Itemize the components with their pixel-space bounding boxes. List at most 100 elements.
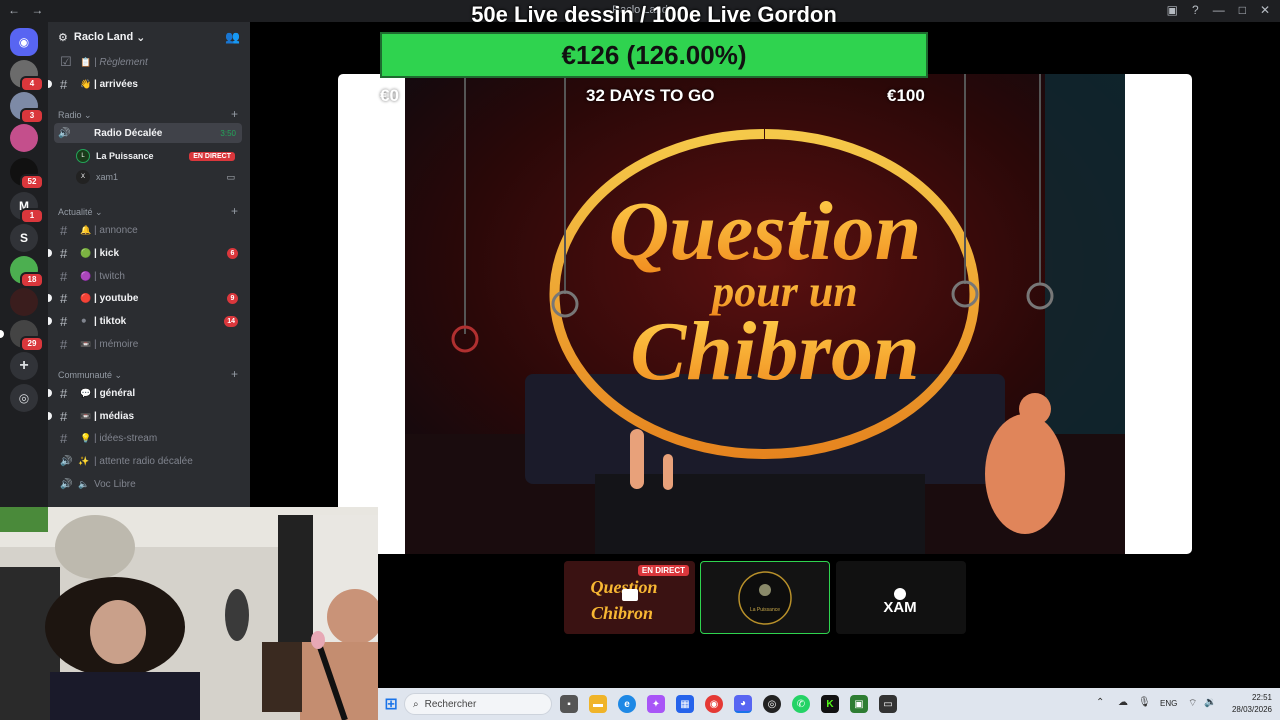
channel-emoji: 🔴 xyxy=(80,292,92,303)
channel-label: | kick xyxy=(94,247,120,259)
hash-icon: # xyxy=(60,336,68,352)
channel-emoji: 📼 xyxy=(80,338,92,349)
stream-title-line3: Chibron xyxy=(630,305,920,398)
taskbar-search[interactable]: ⌕ Rechercher xyxy=(404,693,552,715)
chevron-up-icon[interactable]: ⌃ xyxy=(1096,697,1104,708)
channel-reglement[interactable]: ☑ 📋 | Règlement xyxy=(48,52,250,72)
obs-icon[interactable]: ◎ xyxy=(763,695,781,713)
window-controls: ▣ ? — □ ✕ xyxy=(1167,3,1270,17)
voice-user-xam1[interactable]: X xam1 ▭ xyxy=(76,168,241,186)
voice-channel-radio-decalee[interactable]: 🔊 Radio Décalée 3:50 xyxy=(54,123,242,143)
webcam-art xyxy=(0,507,378,720)
voice-user-la-puissance[interactable]: L La Puissance EN DIRECT xyxy=(76,147,241,165)
microphone-icon[interactable]: 🎙 xyxy=(1138,697,1151,708)
live-badge: EN DIRECT xyxy=(189,151,235,161)
add-channel-icon[interactable]: + xyxy=(231,107,238,121)
server-badge: 52 xyxy=(20,174,44,190)
language-indicator[interactable]: ENG xyxy=(1160,699,1177,708)
add-member-icon[interactable]: 👥 xyxy=(225,30,240,44)
channel-medias[interactable]: # 📼 | médias xyxy=(48,406,250,426)
server-name: Raclo Land xyxy=(73,31,134,43)
server-icon-5[interactable]: 18 xyxy=(10,256,44,288)
stream-thumbnail-la-puissance[interactable]: La Puissance xyxy=(700,561,830,634)
voice-channel-label: Radio Décalée xyxy=(94,127,163,139)
task-view-icon[interactable]: ▪ xyxy=(560,695,578,713)
category-communaute[interactable]: Communauté ⌄ xyxy=(58,370,122,381)
kick-icon[interactable]: K xyxy=(821,695,839,713)
stream-title-line1: Question xyxy=(609,185,922,278)
voice-channel-voc-libre[interactable]: 🔊 🔈 Voc Libre xyxy=(48,474,250,494)
store-icon[interactable]: ▦ xyxy=(676,695,694,713)
stream-thumbnail-xam1[interactable]: XAM xyxy=(836,561,966,634)
server-icon-m[interactable]: M1 xyxy=(10,192,44,224)
app-icon-green[interactable]: ▣ xyxy=(850,695,868,713)
stream-thumbnail-chibron[interactable]: Question Chibron EN DIRECT xyxy=(564,561,695,634)
clock-date: 28/03/2026 xyxy=(1231,705,1272,714)
server-icon-s[interactable]: S xyxy=(10,224,38,252)
add-channel-icon[interactable]: + xyxy=(231,367,238,381)
cloud-icon[interactable]: ☁ xyxy=(1118,697,1128,708)
channel-emoji: 💡 xyxy=(80,432,92,443)
voice-user-name: La Puissance xyxy=(96,151,154,161)
category-radio[interactable]: Radio ⌄ xyxy=(58,110,92,121)
goal-start-label: €0 xyxy=(380,86,399,105)
chevron-down-icon: ⌄ xyxy=(136,31,146,44)
channel-tiktok[interactable]: # ⚫ | tiktok 14 xyxy=(48,311,250,331)
unread-dot xyxy=(48,249,52,257)
speaker-icon: 🔊 xyxy=(60,455,73,467)
category-actualite[interactable]: Actualité ⌄ xyxy=(58,207,103,218)
hash-icon: # xyxy=(60,408,68,424)
channel-kick[interactable]: # 🟢 | kick 6 xyxy=(48,243,250,263)
maximize-button[interactable]: □ xyxy=(1239,3,1246,17)
discord-icon[interactable]: ◕ xyxy=(734,695,752,713)
volume-icon[interactable]: 🔉 xyxy=(1204,697,1216,708)
chrome-icon[interactable]: ◉ xyxy=(705,695,723,713)
channel-sidebar: ⚙ Raclo Land ⌄ 👥 ☑ 📋 | Règlement # 👋 | a… xyxy=(48,22,250,508)
inbox-icon[interactable]: ▣ xyxy=(1167,3,1178,17)
unread-dot xyxy=(48,80,52,88)
search-placeholder: Rechercher xyxy=(424,698,477,710)
rules-icon: ☑ xyxy=(60,54,72,69)
add-server-icon[interactable]: + xyxy=(10,352,38,380)
add-channel-icon[interactable]: + xyxy=(231,204,238,218)
goal-days-label: 32 DAYS TO GO xyxy=(586,86,715,105)
start-menu-icon[interactable]: ⊞ xyxy=(382,695,400,713)
server-icon-raclo[interactable]: 29 xyxy=(0,320,44,352)
help-icon[interactable]: ? xyxy=(1192,3,1199,17)
server-icon-4[interactable]: 52 xyxy=(10,158,44,190)
mention-badge: 14 xyxy=(224,315,238,327)
wifi-icon[interactable]: ⌔ xyxy=(1188,697,1197,710)
stream-video[interactable]: Question pour un Chibron xyxy=(405,74,1125,554)
terminal-icon[interactable]: ▭ xyxy=(879,695,897,713)
minimize-button[interactable]: — xyxy=(1213,3,1225,17)
speaker-icon: 🔊 xyxy=(60,478,73,490)
server-icon-6[interactable] xyxy=(10,288,38,316)
goal-target-label: €100 xyxy=(887,86,925,105)
server-icon-3[interactable] xyxy=(10,124,38,152)
channel-label: | idées-stream xyxy=(94,432,158,444)
server-badge: 1 xyxy=(20,208,44,224)
file-explorer-icon[interactable]: ▬ xyxy=(589,695,607,713)
whatsapp-icon[interactable]: ✆ xyxy=(792,695,810,713)
channel-memoire[interactable]: # 📼 | mémoire xyxy=(48,334,250,354)
edge-icon[interactable]: e xyxy=(618,695,636,713)
discord-home-icon[interactable]: ◉ xyxy=(10,28,38,56)
channel-twitch[interactable]: # 🟣 | twitch xyxy=(48,266,250,286)
channel-idees-stream[interactable]: # 💡 | idées-stream xyxy=(48,428,250,448)
channel-emoji: 📋 xyxy=(80,56,92,67)
voice-channel-attente[interactable]: 🔊 ✨ | attente radio décalée xyxy=(48,451,250,471)
server-icon-1[interactable]: 4 xyxy=(10,60,44,92)
close-button[interactable]: ✕ xyxy=(1260,3,1270,17)
channel-general[interactable]: # 💬 | général xyxy=(48,383,250,403)
server-header[interactable]: ⚙ Raclo Land ⌄ 👥 xyxy=(48,22,250,52)
server-icon-2[interactable]: 3 xyxy=(10,92,44,124)
channel-label: | médias xyxy=(94,410,135,422)
channel-emoji: ⚫ xyxy=(80,315,88,326)
channel-arrivees[interactable]: # 👋 | arrivées xyxy=(48,74,250,94)
explore-icon[interactable]: ◎ xyxy=(10,384,38,412)
channel-youtube[interactable]: # 🔴 | youtube 9 xyxy=(48,288,250,308)
channel-annonce[interactable]: # 🔔 | annonce xyxy=(48,220,250,240)
unread-dot xyxy=(48,389,52,397)
clock[interactable]: 22:51 28/03/2026 xyxy=(1232,692,1272,716)
copilot-icon[interactable]: ✦ xyxy=(647,695,665,713)
